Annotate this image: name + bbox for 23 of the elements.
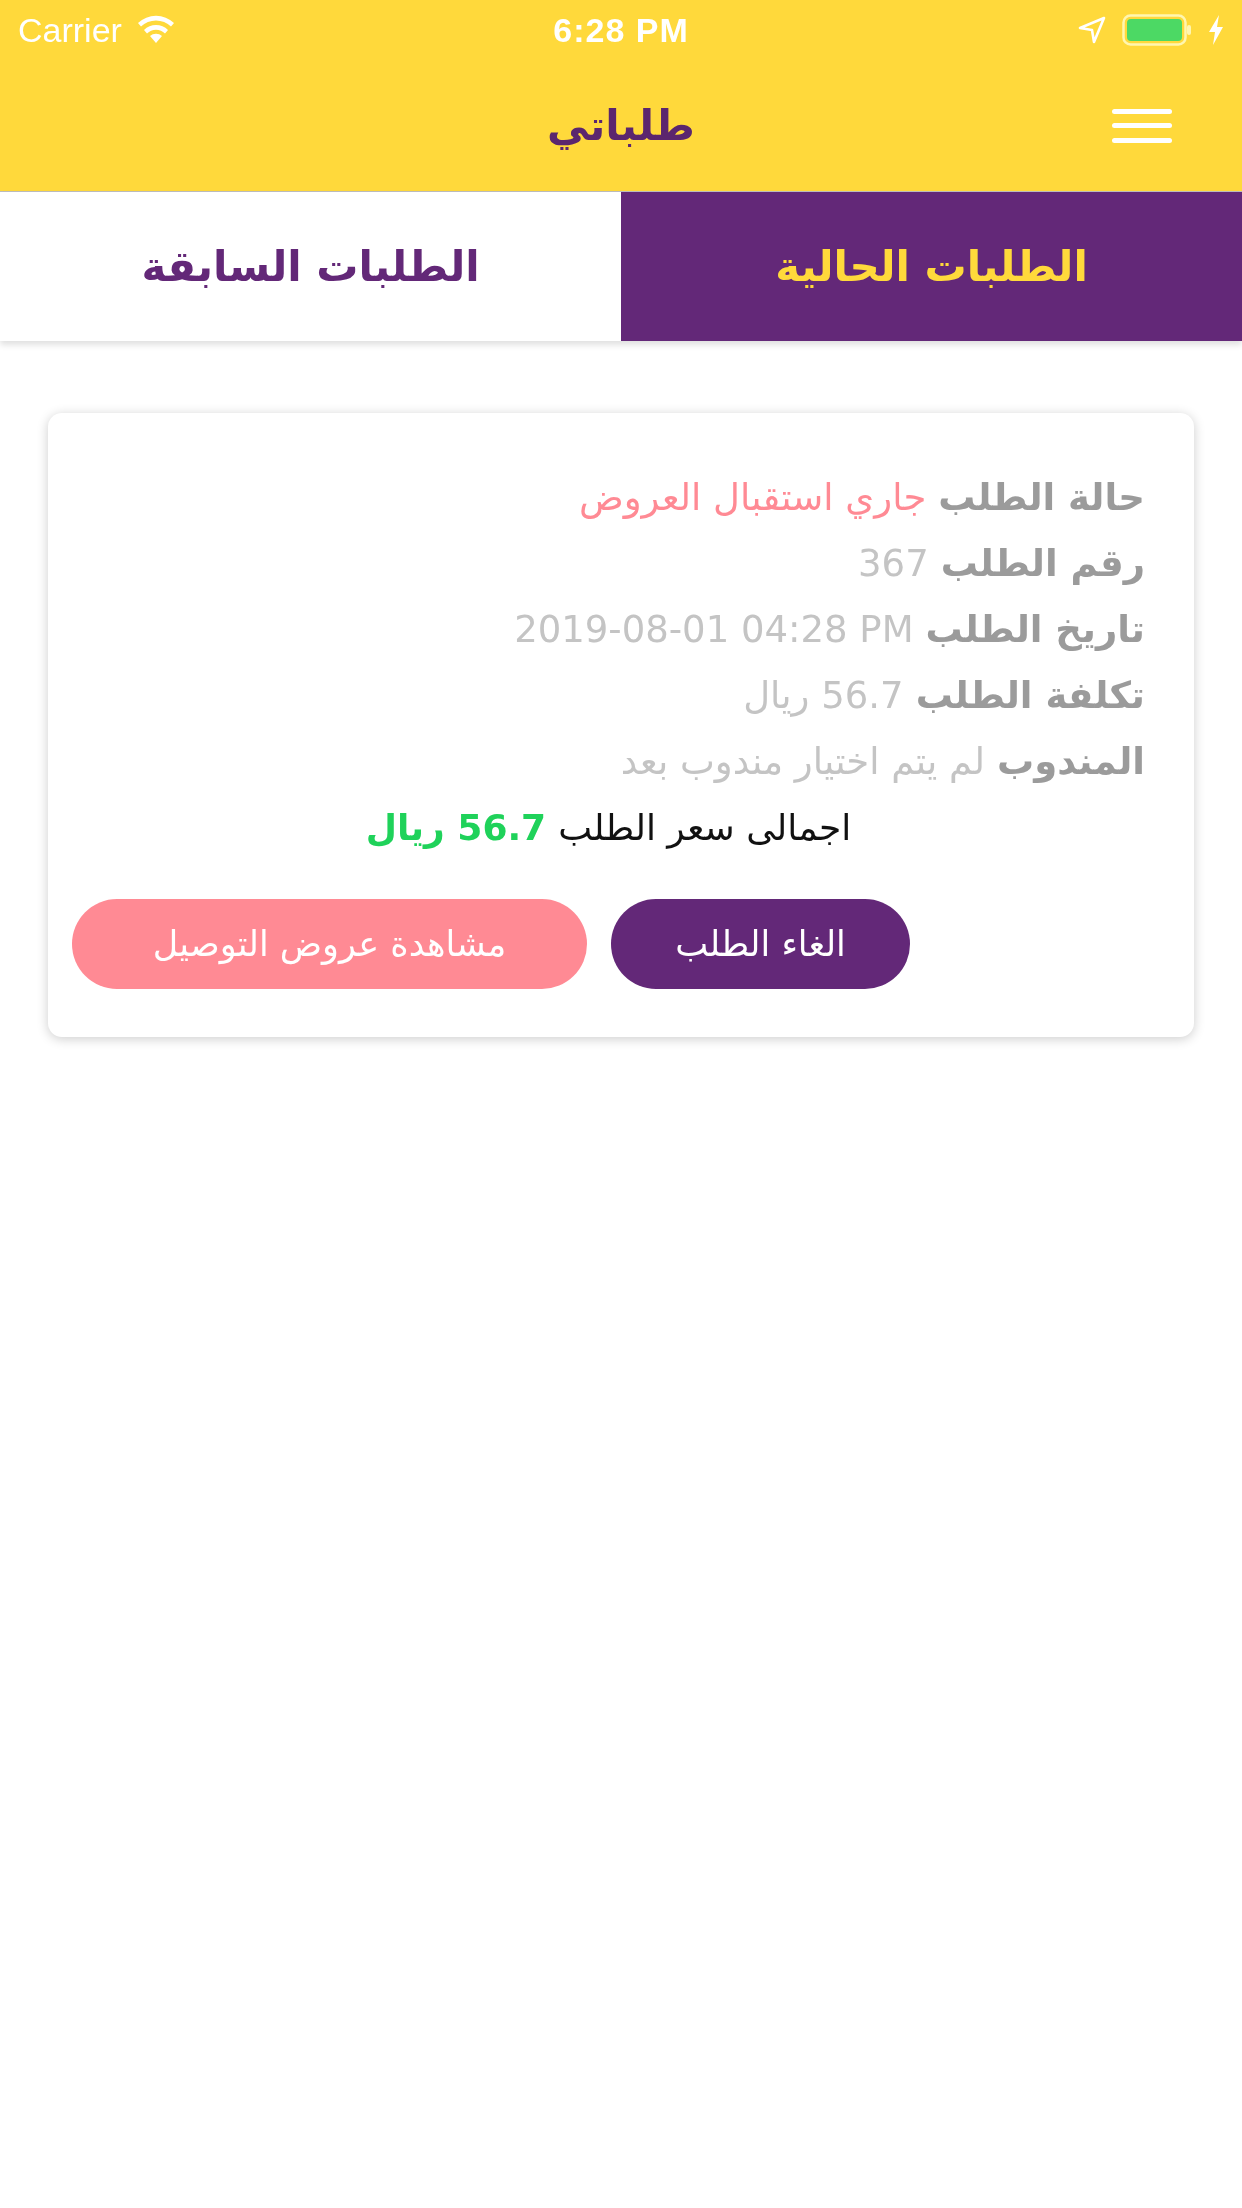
field-label: المندوب (996, 739, 1145, 783)
field-label: تاريخ الطلب (925, 607, 1145, 651)
battery-icon (1122, 14, 1192, 46)
field-label: تكلفة الطلب (915, 673, 1145, 717)
page-title: طلباتي (547, 101, 695, 150)
carrier-name: Carrier (18, 10, 122, 50)
total-label: اجمالى سعر الطلب (558, 806, 852, 848)
status-time: 6:28 PM (553, 10, 689, 50)
field-value: 2019-08-01 04:28 PM (514, 607, 914, 651)
field-value: 56.7 ريال (743, 673, 904, 717)
total-value: 56.7 ريال (365, 806, 547, 848)
field-value: 367 (858, 541, 929, 585)
location-arrow-icon (1078, 16, 1106, 44)
wifi-icon (135, 15, 176, 45)
cancel-order-button[interactable]: الغاء الطلب (611, 899, 910, 989)
menu-icon[interactable] (1112, 108, 1172, 143)
field-value: لم يتم اختيار مندوب بعد (620, 739, 985, 783)
field-value: جاري استقبال العروض (578, 475, 927, 519)
charging-bolt-icon (1208, 15, 1224, 45)
tab[interactable]: الطلبات السابقة (0, 192, 621, 341)
field-label: رقم الطلب (940, 541, 1145, 585)
tab[interactable]: الطلبات الحالية (621, 192, 1242, 341)
field-label: حالة الطلب (938, 475, 1145, 519)
